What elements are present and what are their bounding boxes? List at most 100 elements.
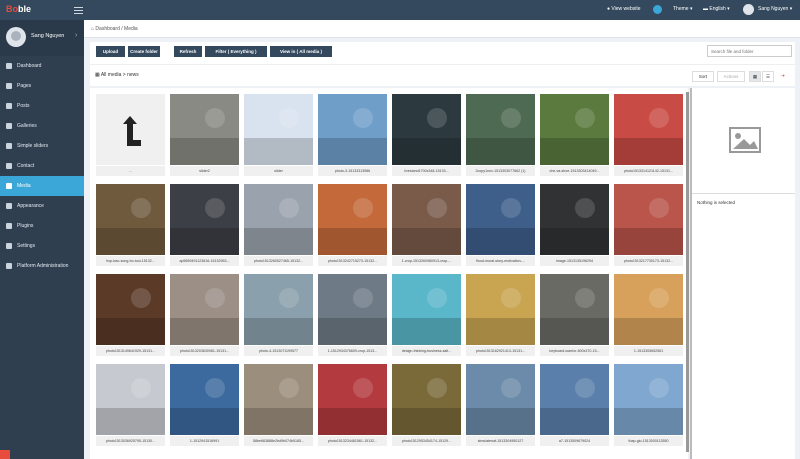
media-item[interactable]: image-1513135196294 [540, 184, 609, 268]
sidebar-item-galleries[interactable]: Galleries [0, 116, 84, 136]
menu-toggle-icon[interactable] [74, 5, 83, 14]
search-input[interactable] [707, 45, 792, 57]
breadcrumb-bar: ⌂ Dashboard / Media [84, 20, 800, 38]
media-caption: hop-bao-song-bo-tuoi-15132... [96, 256, 165, 266]
media-item[interactable]: photo1513203630981-15131... [170, 274, 239, 358]
chevron-right-icon[interactable]: › [75, 32, 77, 39]
sidebar-item-simple-sliders[interactable]: Simple sliders [0, 136, 84, 156]
sidebar-item-label: Media [17, 183, 31, 189]
media-thumbnail [392, 94, 461, 165]
media-thumbnail [318, 94, 387, 165]
page-icon [6, 83, 12, 89]
media-item[interactable]: simulatenaf-1513304950127 [466, 364, 535, 448]
media-item[interactable]: 1-1512934376609-crop-1513... [318, 274, 387, 358]
media-caption: photo1513314121142-15131... [614, 166, 683, 176]
detail-toggle-icon[interactable]: ➜ [778, 71, 788, 82]
media-caption: photo-4-1513071199577 [244, 346, 313, 356]
sidebar-item-dashboard[interactable]: Dashboard [0, 56, 84, 76]
upload-button[interactable]: Upload [96, 46, 125, 57]
sidebar-item-contact[interactable]: Contact [0, 156, 84, 176]
actions-dropdown[interactable]: Actions [717, 71, 745, 82]
filter-button[interactable]: Filter ( Everything ) [205, 46, 267, 57]
chat-icon[interactable] [0, 450, 10, 459]
media-item[interactable]: thap-gio-1513000113550 [614, 364, 683, 448]
refresh-button[interactable]: Refresh [174, 46, 202, 57]
user-menu[interactable]: Sang Nguyen ▾ [758, 6, 792, 12]
media-caption: che-va-shoe-1513303414049... [540, 166, 609, 176]
media-item[interactable]: photo1513149641929-15131... [96, 274, 165, 358]
create-folder-button[interactable]: Create folder [128, 46, 160, 57]
plug-icon [6, 223, 12, 229]
media-item[interactable]: 1-1513305652561 [614, 274, 683, 358]
media-item[interactable]: photo1513242715273-15132... [318, 184, 387, 268]
media-grid: ... slider2 slider photo-3-15133313986 lives… [90, 88, 688, 459]
media-thumbnail [170, 184, 239, 255]
media-item[interactable]: photo1513036925795-15130... [96, 364, 165, 448]
logo[interactable]: Boble [6, 4, 31, 14]
media-caption: design-thinking-business-sait... [392, 346, 461, 356]
media-item[interactable]: keyboard-warrior-600x370-15... [540, 274, 609, 358]
media-thumbnail [96, 274, 165, 345]
media-thumbnail [466, 184, 535, 255]
scrollbar[interactable] [686, 92, 689, 452]
media-item[interactable]: slider [244, 94, 313, 178]
sidebar-item-appearance[interactable]: Appearance [0, 196, 84, 216]
media-thumbnail [244, 364, 313, 435]
media-caption: slider [244, 166, 313, 176]
view-in-button[interactable]: View in ( All media ) [270, 46, 332, 57]
media-item[interactable]: hop-bao-song-bo-tuoi-15132... [96, 184, 165, 268]
media-item[interactable]: photo1512953454174-15129... [392, 364, 461, 448]
media-thumbnail [392, 184, 461, 255]
media-caption: 1-1513305652561 [614, 346, 683, 356]
media-caption: photo1513036925795-15130... [96, 436, 165, 446]
list-view-icon[interactable]: ☰ [762, 71, 774, 82]
media-item[interactable]: photo1513162921413-15131... [466, 274, 535, 358]
media-thumbnail [466, 274, 535, 345]
sidebar-item-pages[interactable]: Pages [0, 76, 84, 96]
media-item[interactable]: photo1513217730173-15132... [614, 184, 683, 268]
sidebar-item-settings[interactable]: Settings [0, 236, 84, 256]
media-thumbnail [170, 94, 239, 165]
media-item[interactable]: photo1513314121142-15131... [614, 94, 683, 178]
media-item[interactable]: flood-mural-story-motivation-... [466, 184, 535, 268]
media-item[interactable]: photo-4-1513071199577 [244, 274, 313, 358]
view-website-link[interactable]: ● View website [607, 6, 641, 12]
language-dropdown[interactable]: ▬ English ▾ [703, 6, 730, 12]
avatar [6, 27, 26, 47]
sidebar-item-posts[interactable]: Posts [0, 96, 84, 116]
preview-placeholder [692, 88, 795, 194]
user-avatar-icon[interactable] [743, 4, 754, 15]
media-item[interactable]: a7-1513509679024 [540, 364, 609, 448]
media-thumbnail [96, 364, 165, 435]
media-item[interactable]: slider2 [170, 94, 239, 178]
media-item[interactable]: photo-3-15133313986 [318, 94, 387, 178]
media-caption: photo-3-15133313986 [318, 166, 387, 176]
media-thumbnail [614, 94, 683, 165]
media-item[interactable]: ap5659491123816-15132953... [170, 184, 239, 268]
media-caption: livestand1700x348-15133... [392, 166, 461, 176]
media-thumbnail [392, 364, 461, 435]
gear-icon [6, 243, 12, 249]
top-navbar: Boble ● View website Theme ▾ ▬ English ▾… [0, 0, 800, 20]
grid-view-icon[interactable]: ▦ [749, 71, 761, 82]
sidebar-item-plugins[interactable]: Plugins [0, 216, 84, 236]
sidebar-item-label: Posts [17, 103, 30, 109]
sidebar-item-media[interactable]: Media [0, 176, 84, 196]
theme-dropdown[interactable]: Theme ▾ [673, 6, 692, 12]
media-item[interactable]: photo1513260527465-15132... [244, 184, 313, 268]
sort-dropdown[interactable]: Sort [692, 71, 714, 82]
parent-folder-item[interactable]: ... [96, 94, 165, 178]
media-item[interactable]: design-thinking-business-sait... [392, 274, 461, 358]
media-thumbnail [540, 274, 609, 345]
media-item[interactable]: 2copy1nov-1513303077662 (1) [466, 94, 535, 178]
notification-icon[interactable] [653, 5, 662, 14]
media-item[interactable]: 1-crop-1513260980913-crop-... [392, 184, 461, 268]
media-item[interactable]: 1-1512941516991 [170, 364, 239, 448]
media-item[interactable]: che-va-shoe-1513303414049... [540, 94, 609, 178]
sidebar-item-platform-administration[interactable]: Platform Administration [0, 256, 84, 276]
media-item[interactable]: livestand1700x348-15133... [392, 94, 461, 178]
media-item[interactable]: photo1513234481561-15132... [318, 364, 387, 448]
media-thumbnail [244, 274, 313, 345]
media-thumbnail [96, 184, 165, 255]
media-item[interactable]: 58be663888e2bd9b074b5185... [244, 364, 313, 448]
